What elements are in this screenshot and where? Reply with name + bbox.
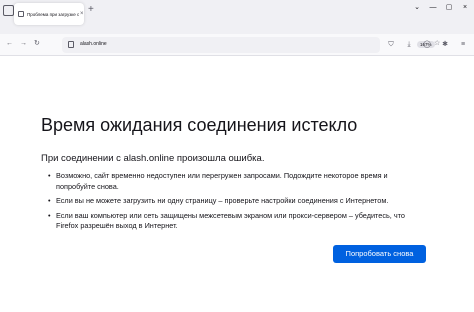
new-tab-icon[interactable]: + [88,5,94,15]
list-item: Если вы не можете загрузить ни одну стра… [48,196,408,207]
navigation-bar: ← → ↻ alash.online 167% ☆ ⛉ ⤓ ◯ ✱ ≡ [0,34,474,56]
tab-strip: Проблема при загрузке стр × + ⌄ — ▢ × [0,0,474,34]
tab-list-icon[interactable] [3,5,14,16]
download-icon[interactable]: ⤓ [404,40,414,49]
close-window-icon[interactable]: × [460,4,470,11]
url-text[interactable]: alash.online [80,41,107,47]
back-icon[interactable]: ← [6,39,13,49]
extensions-icon[interactable]: ✱ [440,40,450,49]
forward-icon[interactable]: → [20,39,27,49]
close-tab-icon[interactable]: × [80,11,84,17]
menu-icon[interactable]: ≡ [458,40,468,49]
toolbar-actions: ⛉ ⤓ ◯ ✱ ≡ [386,40,468,49]
page-title: Время ожидания соединения истекло [41,115,358,135]
error-intro: При соединении с alash.online произошла … [41,153,265,164]
site-info-icon[interactable] [68,41,74,48]
account-icon[interactable]: ◯ [422,40,432,49]
suggestion-list: Возможно, сайт временно недоступен или п… [48,171,408,236]
tab-list-dropdown-icon[interactable]: ⌄ [412,3,422,11]
tab-active[interactable]: Проблема при загрузке стр × [14,3,84,25]
minimize-icon[interactable]: — [428,4,438,11]
window-controls: ⌄ — ▢ × [412,3,470,12]
maximize-icon[interactable]: ▢ [444,3,454,11]
shield-icon[interactable]: ⛉ [386,40,396,49]
error-page: Время ожидания соединения истекло При со… [0,57,474,312]
list-item: Возможно, сайт временно недоступен или п… [48,171,408,192]
retry-button[interactable]: Попробовать снова [333,245,426,263]
page-icon [18,11,24,17]
reload-icon[interactable]: ↻ [34,39,40,49]
list-item: Если ваш компьютер или сеть защищены меж… [48,211,408,232]
url-bar[interactable]: alash.online 167% ☆ [62,37,440,53]
tab-title: Проблема при загрузке стр [27,11,79,17]
